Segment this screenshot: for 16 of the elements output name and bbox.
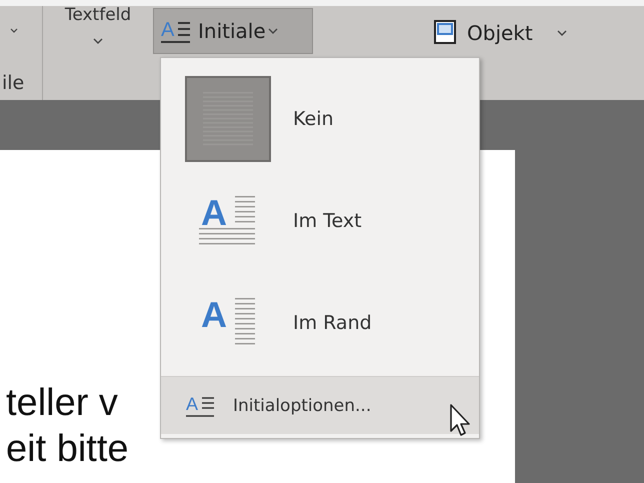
group-label: ile — [2, 72, 24, 94]
menu-item[interactable]: Kein — [161, 68, 479, 170]
caret-icon — [93, 38, 103, 44]
object-button[interactable]: Objekt — [425, 10, 575, 56]
pointer-icon — [449, 403, 473, 439]
caret-icon — [556, 30, 567, 36]
textbox-button[interactable]: Textfeld — [43, 6, 153, 66]
dropcap-button[interactable]: A Initiale — [153, 8, 313, 54]
menu-item[interactable]: A Im Rand — [161, 272, 479, 374]
caret-icon — [268, 28, 278, 34]
document-text: eit bitte — [6, 427, 129, 472]
menu-item[interactable]: A Im Text — [161, 170, 479, 272]
object-icon — [433, 19, 459, 47]
menu-item[interactable]: A Initialoptionen... — [161, 376, 479, 434]
caret-icon — [10, 28, 18, 33]
document-text: teller v — [6, 381, 118, 426]
